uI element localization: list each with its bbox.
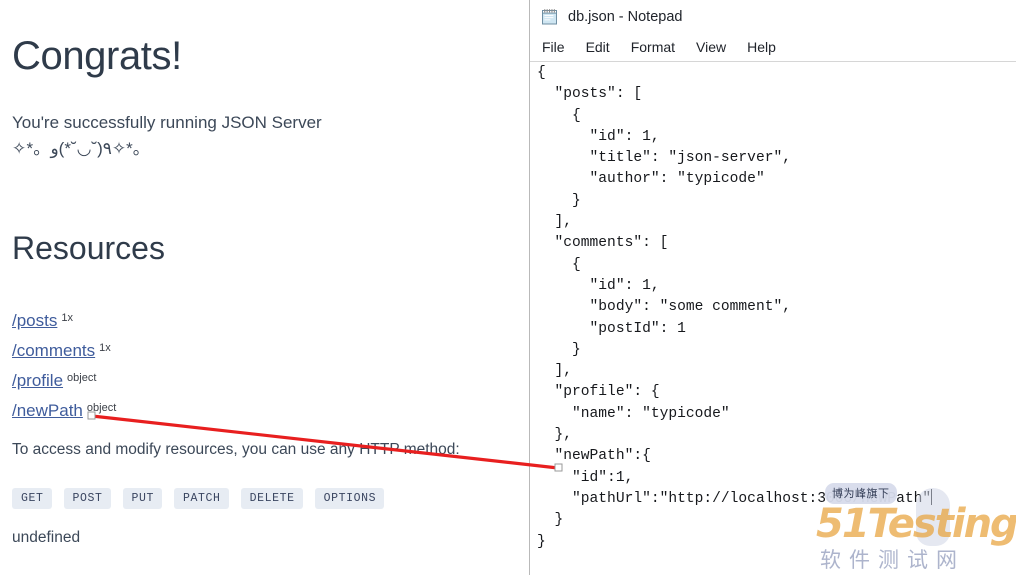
resource-count: 1x bbox=[61, 312, 73, 324]
resource-count: object bbox=[67, 372, 97, 384]
list-item: /newPath object bbox=[12, 393, 412, 423]
http-methods-note: To access and modify resources, you can … bbox=[12, 441, 460, 458]
notepad-icon bbox=[542, 8, 557, 24]
menu-item-view[interactable]: View bbox=[696, 39, 726, 55]
menu-item-help[interactable]: Help bbox=[747, 39, 776, 55]
method-badge-post: POST bbox=[63, 488, 111, 510]
resources-list: /posts 1x /comments 1x /profile object /new… bbox=[12, 303, 412, 423]
http-methods-row: GET POST PUT PATCH DELETE OPTIONS bbox=[12, 488, 385, 510]
notepad-closing-braces: } } bbox=[537, 512, 564, 550]
resource-count: 1x bbox=[99, 342, 111, 354]
notepad-menubar: File Edit Format View Help bbox=[530, 33, 1016, 61]
menu-item-format[interactable]: Format bbox=[631, 39, 675, 55]
page-title: Congrats! bbox=[12, 34, 182, 78]
success-message-line: You're successfully running JSON Server bbox=[12, 113, 322, 132]
kaomoji-decoration: ✧*。٩(˘◡˘*)و✧*。 bbox=[12, 139, 150, 159]
resource-link-profile[interactable]: /profile bbox=[12, 371, 63, 390]
resource-count: object bbox=[86, 402, 117, 414]
json-server-landing-page: Congrats! You're successfully running JS… bbox=[0, 0, 529, 575]
resource-link-comments[interactable]: /comments bbox=[12, 341, 95, 360]
menubar-divider bbox=[530, 61, 1016, 62]
method-badge-delete: DELETE bbox=[240, 488, 303, 510]
menu-item-edit[interactable]: Edit bbox=[586, 39, 610, 55]
method-badge-options: OPTIONS bbox=[314, 488, 385, 510]
resource-link-posts[interactable]: /posts bbox=[12, 311, 57, 330]
notepad-title-text: db.json - Notepad bbox=[568, 8, 683, 25]
method-badge-get: GET bbox=[12, 488, 52, 510]
menu-item-file[interactable]: File bbox=[542, 39, 565, 55]
notepad-titlebar[interactable]: db.json - Notepad bbox=[530, 0, 1016, 33]
notepad-text-area[interactable]: { "posts": [ { "id": 1, "title": "json-s… bbox=[535, 63, 1016, 575]
notepad-json-content: { "posts": [ { "id": 1, "title": "json-s… bbox=[537, 65, 932, 507]
list-item: /profile object bbox=[12, 363, 412, 393]
notepad-window: db.json - Notepad File Edit Format View … bbox=[529, 0, 1016, 575]
success-message: You're successfully running JSON Server … bbox=[12, 110, 412, 163]
resources-heading: Resources bbox=[12, 230, 165, 266]
footer-undefined-text: undefined bbox=[12, 529, 81, 546]
list-item: /posts 1x bbox=[12, 303, 412, 333]
text-caret bbox=[931, 488, 933, 505]
method-badge-patch: PATCH bbox=[174, 488, 229, 510]
list-item: /comments 1x bbox=[12, 333, 412, 363]
method-badge-put: PUT bbox=[122, 488, 163, 510]
resource-link-newpath[interactable]: /newPath bbox=[12, 401, 83, 420]
